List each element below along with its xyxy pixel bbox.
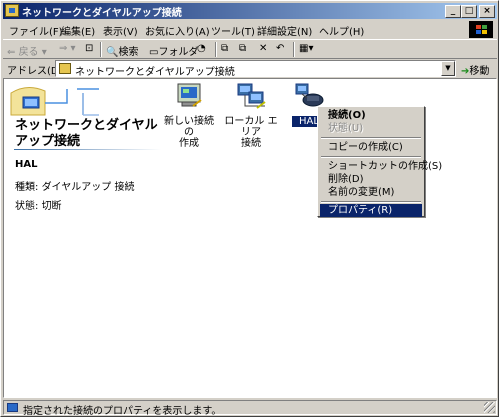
- network-folder-icon: [59, 63, 71, 74]
- toolbar-separator: [215, 42, 217, 57]
- search-button[interactable]: 🔍検索: [106, 43, 138, 58]
- menu-file[interactable]: ファイル(F): [9, 23, 63, 38]
- ctx-delete[interactable]: 削除(D): [320, 173, 422, 186]
- minimize-button[interactable]: _: [445, 5, 461, 18]
- ctx-create-shortcut[interactable]: ショートカットの作成(S): [320, 160, 442, 173]
- selected-item-name: HAL: [15, 159, 38, 170]
- status-pane: 指定された接続のプロパティを表示します。: [3, 400, 497, 417]
- delete-x-icon: ✕: [259, 43, 268, 54]
- maximize-button[interactable]: □: [461, 5, 477, 18]
- up-folder-button[interactable]: ⊡: [85, 43, 93, 54]
- status-computer-icon: [7, 403, 18, 412]
- ctx-create-copy[interactable]: コピーの作成(C): [320, 141, 422, 154]
- views-grid-icon: ▦▾: [299, 43, 314, 54]
- copy-to-icon: ⧉: [239, 43, 247, 54]
- title-divider: [14, 149, 161, 150]
- back-button[interactable]: ⇐ 戻る ▾: [7, 43, 47, 58]
- toolbar-separator: [100, 42, 102, 57]
- status-bar: 指定された接続のプロパティを表示します。: [3, 400, 497, 417]
- menu-advanced[interactable]: 詳細設定(N): [257, 23, 312, 38]
- context-menu: 接続(O) 状態(U) コピーの作成(C) ショートカットの作成(S) 削除(D…: [317, 106, 442, 217]
- network-header-graphic-icon: [10, 87, 99, 116]
- address-dropdown-button[interactable]: ▼: [441, 61, 455, 76]
- menu-help[interactable]: ヘルプ(H): [319, 23, 364, 38]
- up-folder-icon: ⊡: [85, 43, 94, 54]
- close-button[interactable]: ×: [479, 5, 495, 18]
- forward-button[interactable]: ⇒ ▾: [59, 43, 76, 54]
- explorer-window: ネットワークとダイヤルアップ接続 _ □ × ファイル(F) 編集(E) 表示(…: [0, 0, 499, 417]
- ctx-properties[interactable]: プロパティ(R): [320, 204, 422, 217]
- new-connection-item[interactable]: 新しい接続の 作成: [161, 82, 217, 149]
- menu-edit[interactable]: 編集(E): [61, 23, 95, 38]
- folder-title: ネットワークとダイヤルアップ接続: [15, 118, 158, 149]
- new-connection-label: 新しい接続の 作成: [164, 116, 214, 149]
- ctx-connect[interactable]: 接続(O): [320, 109, 422, 122]
- move-to-icon: ⧉: [221, 43, 229, 54]
- windows-logo-icon: [469, 21, 493, 38]
- ctx-status: 状態(U): [328, 123, 364, 134]
- menu-favorites[interactable]: お気に入り(A): [145, 23, 210, 38]
- undo-button[interactable]: ↶: [276, 43, 284, 54]
- window-title: ネットワークとダイヤルアップ接続: [22, 8, 182, 19]
- new-connection-wizard-icon: [177, 83, 202, 107]
- network-folder-icon: [5, 4, 19, 17]
- local-area-connection-label: ローカル エリア 接続: [224, 116, 278, 149]
- lan-connection-icon: [237, 83, 266, 109]
- resize-grip[interactable]: [484, 402, 495, 413]
- local-area-connection-item[interactable]: ローカル エリア 接続: [221, 82, 281, 149]
- ctx-separator: [321, 156, 421, 158]
- folders-button[interactable]: ▭フォルダ: [149, 43, 198, 58]
- status-text: 指定された接続のプロパティを表示します。: [23, 406, 222, 417]
- menu-view[interactable]: 表示(V): [103, 23, 138, 38]
- address-bar: アドレス(D) ネットワークとダイヤルアップ接続 ▼ ➔移動: [3, 60, 497, 78]
- history-icon: ◔: [197, 43, 206, 54]
- address-input[interactable]: ネットワークとダイヤルアップ接続 ▼: [55, 60, 456, 78]
- back-arrow-icon: ⇐: [7, 47, 19, 58]
- search-icon: 🔍: [106, 47, 119, 58]
- menu-bar: ファイル(F) 編集(E) 表示(V) お気に入り(A) ツール(T) 詳細設定…: [3, 20, 497, 39]
- undo-icon: ↶: [276, 43, 285, 54]
- selected-item-type: 種類: ダイヤルアップ 接続: [15, 182, 135, 193]
- toolbar: ⇐ 戻る ▾ ⇒ ▾ ⊡ 🔍検索 ▭フォルダ ◔ ⧉ ⧉ ✕ ↶ ▦▾: [3, 39, 497, 59]
- ctx-separator: [321, 137, 421, 139]
- move-to-button[interactable]: ⧉: [221, 43, 228, 54]
- views-button[interactable]: ▦▾: [299, 43, 313, 54]
- address-value: ネットワークとダイヤルアップ接続: [75, 67, 235, 78]
- title-bar[interactable]: ネットワークとダイヤルアップ接続 _ □ ×: [3, 3, 497, 19]
- delete-button[interactable]: ✕: [259, 43, 267, 54]
- selected-item-status: 状態: 切断: [15, 201, 62, 212]
- menu-tools[interactable]: ツール(T): [211, 23, 255, 38]
- copy-to-button[interactable]: ⧉: [239, 43, 246, 54]
- history-button[interactable]: ◔: [197, 43, 206, 54]
- toolbar-separator: [293, 42, 295, 57]
- ctx-rename[interactable]: 名前の変更(M): [320, 186, 422, 199]
- go-button[interactable]: ➔移動: [461, 62, 489, 77]
- forward-arrow-icon: ⇒ ▾: [59, 43, 76, 54]
- ctx-separator: [321, 201, 421, 203]
